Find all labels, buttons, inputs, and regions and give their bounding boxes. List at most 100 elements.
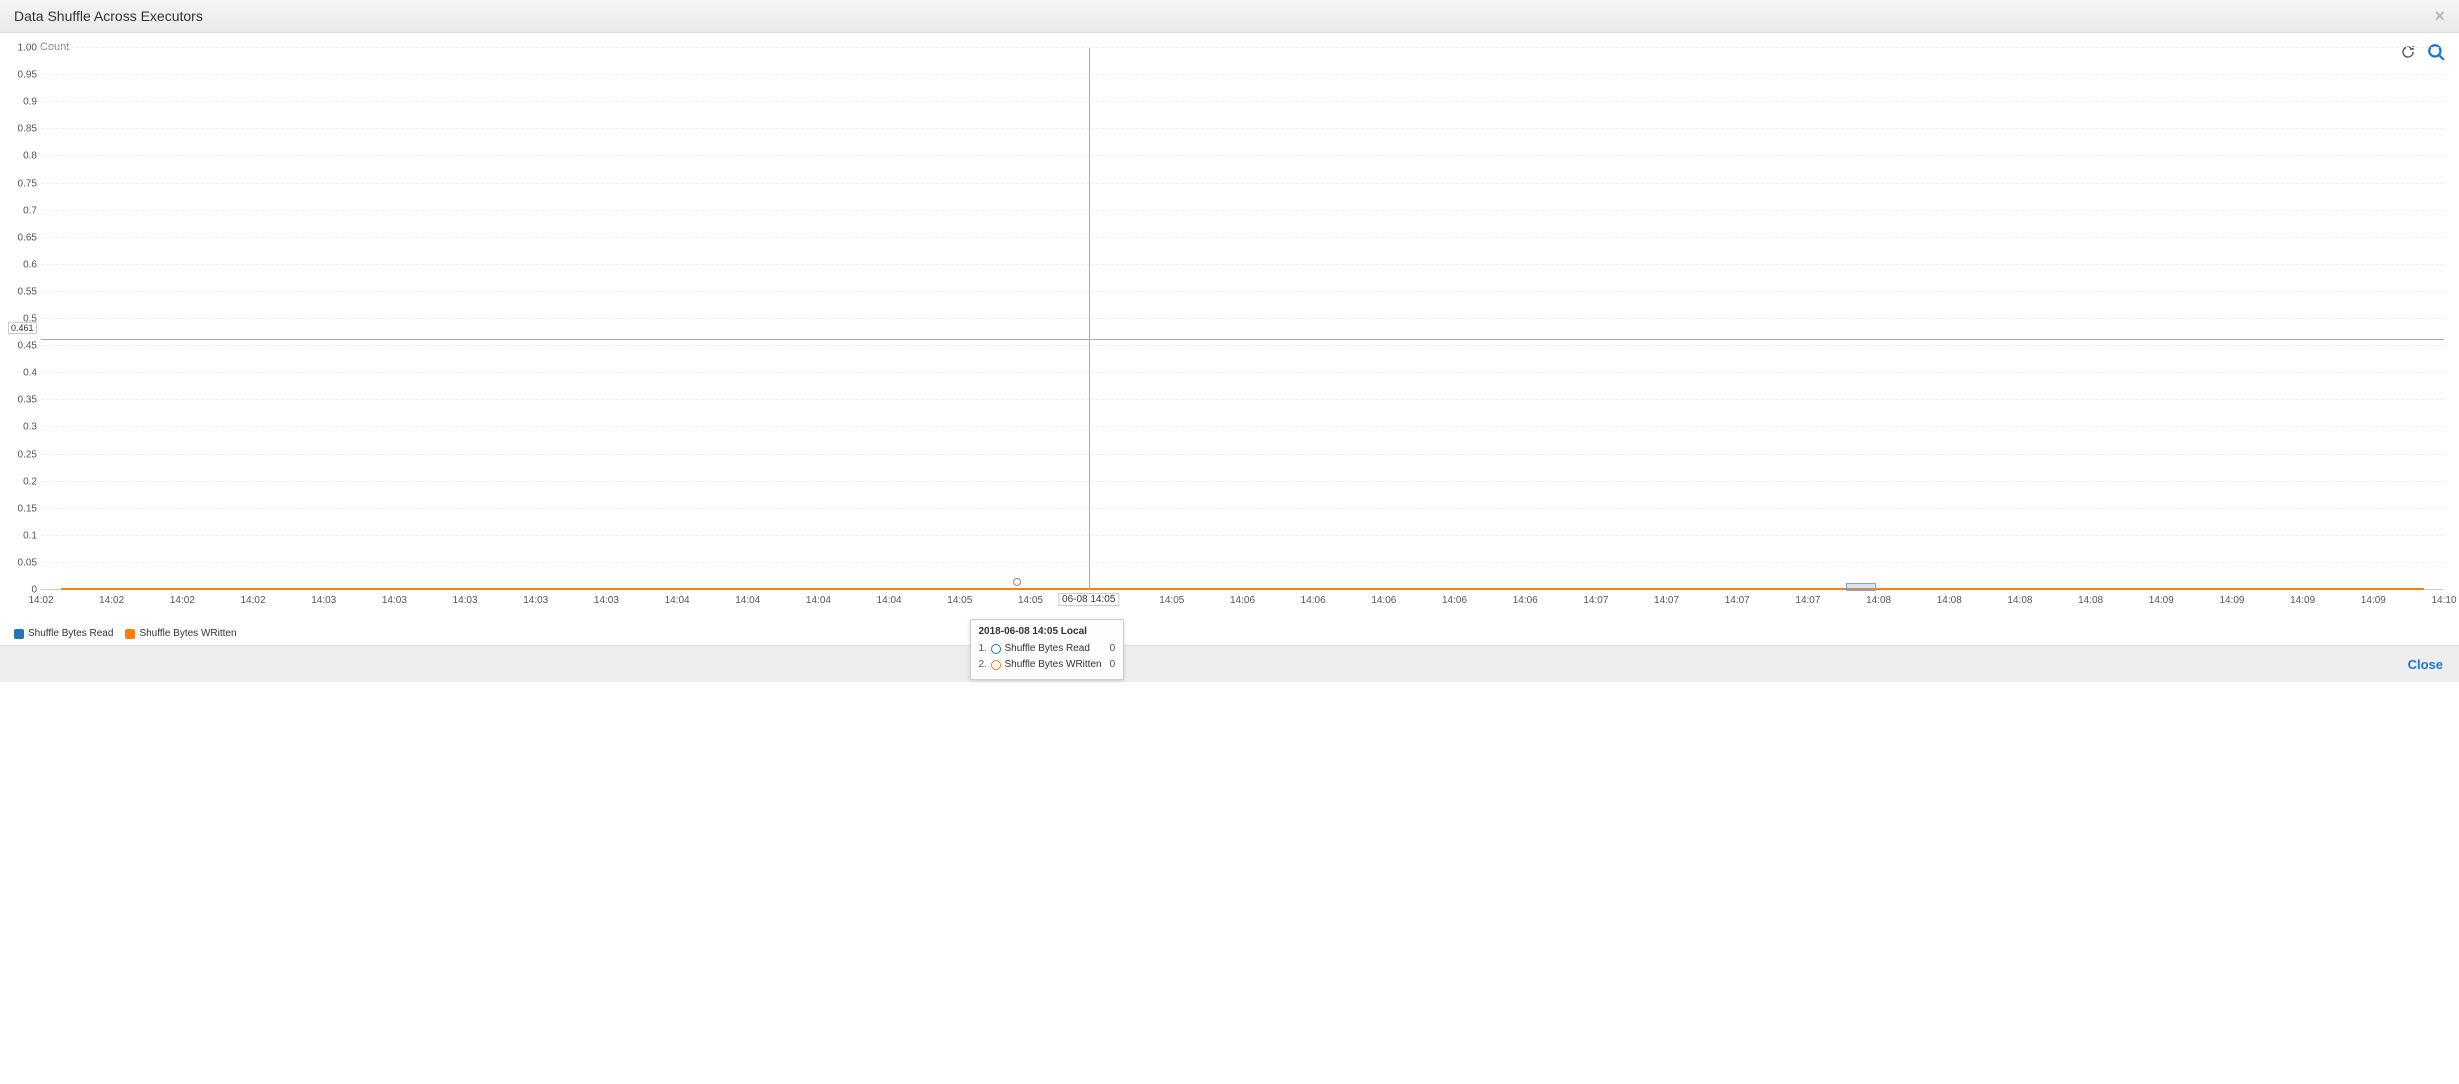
- y-tick-label: 0: [11, 585, 37, 596]
- x-tick-label: 14:03: [453, 595, 478, 606]
- gridline: [41, 210, 2444, 211]
- gridline: [41, 47, 2444, 48]
- gridline: [41, 318, 2444, 319]
- x-tick-label: 14:09: [2361, 595, 2386, 606]
- x-tick-label: 14:09: [2219, 595, 2244, 606]
- gridline: [41, 372, 2444, 373]
- crosshair-vertical: [1089, 48, 1090, 590]
- y-tick-label: 0.4: [11, 368, 37, 379]
- chart-panel: Count 00.050.10.150.20.250.30.350.40.450…: [0, 33, 2459, 645]
- gridline: [41, 155, 2444, 156]
- y-tick-label: 0.9: [11, 97, 37, 108]
- legend-swatch: [125, 629, 135, 639]
- close-button[interactable]: Close: [2408, 657, 2443, 672]
- x-tick-label: 14:04: [806, 595, 831, 606]
- gridline: [41, 101, 2444, 102]
- y-tick-label: 0.85: [11, 124, 37, 135]
- x-tick-label: 14:04: [665, 595, 690, 606]
- chart-area[interactable]: Count 00.050.10.150.20.250.30.350.40.450…: [0, 33, 2459, 645]
- legend-label: Shuffle Bytes Read: [28, 628, 113, 639]
- x-tick-label: 14:04: [877, 595, 902, 606]
- x-tick-label: 14:06: [1442, 595, 1467, 606]
- gridline: [41, 426, 2444, 427]
- y-tick-label: 0.05: [11, 557, 37, 568]
- x-tick-label: 14:02: [170, 595, 195, 606]
- y-tick-label: 0.8: [11, 151, 37, 162]
- x-tick-label: 14:05: [1159, 595, 1184, 606]
- crosshair-x-label: 06-08 14:05: [1058, 593, 1119, 606]
- legend-item[interactable]: Shuffle Bytes Read: [14, 628, 113, 639]
- x-tick-label: 14:06: [1301, 595, 1326, 606]
- tooltip-row: 1.Shuffle Bytes Read0: [979, 641, 1116, 657]
- plot-area[interactable]: 00.050.10.150.20.250.30.350.40.450.50.55…: [40, 47, 2445, 591]
- close-icon[interactable]: ×: [2434, 6, 2445, 27]
- x-tick-label: 14:04: [735, 595, 760, 606]
- y-tick-label: 1.00: [11, 43, 37, 54]
- x-tick-label: 14:08: [1937, 595, 1962, 606]
- gridline: [41, 74, 2444, 75]
- gridline: [41, 481, 2444, 482]
- gridline: [41, 535, 2444, 536]
- modal-footer: Close: [0, 645, 2459, 682]
- tooltip: 2018-06-08 14:05 Local 1.Shuffle Bytes Re…: [970, 619, 1125, 680]
- modal-header: Data Shuffle Across Executors ×: [0, 0, 2459, 33]
- x-tick-label: 14:06: [1371, 595, 1396, 606]
- gridline: [41, 399, 2444, 400]
- crosshair-y-label: 0.461: [8, 322, 37, 334]
- x-tick-label: 14:07: [1654, 595, 1679, 606]
- y-tick-label: 0.2: [11, 476, 37, 487]
- y-tick-label: 0.95: [11, 70, 37, 81]
- y-tick-label: 0.35: [11, 395, 37, 406]
- series-line: [61, 588, 2424, 590]
- modal-title: Data Shuffle Across Executors: [14, 8, 203, 24]
- y-tick-label: 0.55: [11, 286, 37, 297]
- gridline: [41, 508, 2444, 509]
- tooltip-title: 2018-06-08 14:05 Local: [979, 626, 1116, 637]
- x-tick-label: 14:02: [99, 595, 124, 606]
- x-tick-label: 14:08: [1866, 595, 1891, 606]
- legend-label: Shuffle Bytes WRitten: [139, 628, 236, 639]
- gridline: [41, 291, 2444, 292]
- legend-item[interactable]: Shuffle Bytes WRitten: [125, 628, 236, 639]
- y-tick-label: 0.25: [11, 449, 37, 460]
- gridline: [41, 264, 2444, 265]
- x-tick-label: 14:02: [28, 595, 53, 606]
- x-tick-label: 14:10: [2431, 595, 2456, 606]
- gridline: [41, 237, 2444, 238]
- gridline: [41, 454, 2444, 455]
- y-tick-label: 0.1: [11, 530, 37, 541]
- y-tick-label: 0.65: [11, 232, 37, 243]
- x-tick-label: 14:07: [1725, 595, 1750, 606]
- x-tick-label: 14:03: [311, 595, 336, 606]
- y-tick-label: 0.15: [11, 503, 37, 514]
- gridline: [41, 183, 2444, 184]
- x-tick-label: 14:07: [1583, 595, 1608, 606]
- x-tick-label: 14:08: [2007, 595, 2032, 606]
- gridline: [41, 562, 2444, 563]
- y-tick-label: 0.45: [11, 341, 37, 352]
- x-tick-label: 14:03: [523, 595, 548, 606]
- y-tick-label: 0.6: [11, 259, 37, 270]
- x-tick-label: 14:03: [594, 595, 619, 606]
- x-tick-label: 14:07: [1795, 595, 1820, 606]
- gridline: [41, 128, 2444, 129]
- x-tick-label: 14:05: [947, 595, 972, 606]
- x-tick-label: 14:08: [2078, 595, 2103, 606]
- crosshair-horizontal: [41, 339, 2444, 340]
- x-tick-label: 14:05: [1018, 595, 1043, 606]
- y-tick-label: 0.7: [11, 205, 37, 216]
- tooltip-row: 2.Shuffle Bytes WRitten0: [979, 657, 1116, 673]
- brush-selection[interactable]: [1846, 583, 1877, 591]
- hover-marker: [1013, 578, 1021, 586]
- legend: Shuffle Bytes Read Shuffle Bytes WRitten: [14, 628, 237, 639]
- x-tick-label: 14:02: [241, 595, 266, 606]
- x-tick-label: 14:06: [1513, 595, 1538, 606]
- x-tick-label: 14:09: [2149, 595, 2174, 606]
- x-tick-label: 14:06: [1230, 595, 1255, 606]
- gridline: [41, 345, 2444, 346]
- y-tick-label: 0.75: [11, 178, 37, 189]
- x-tick-label: 14:09: [2290, 595, 2315, 606]
- y-tick-label: 0.3: [11, 422, 37, 433]
- x-tick-label: 14:03: [382, 595, 407, 606]
- legend-swatch: [14, 629, 24, 639]
